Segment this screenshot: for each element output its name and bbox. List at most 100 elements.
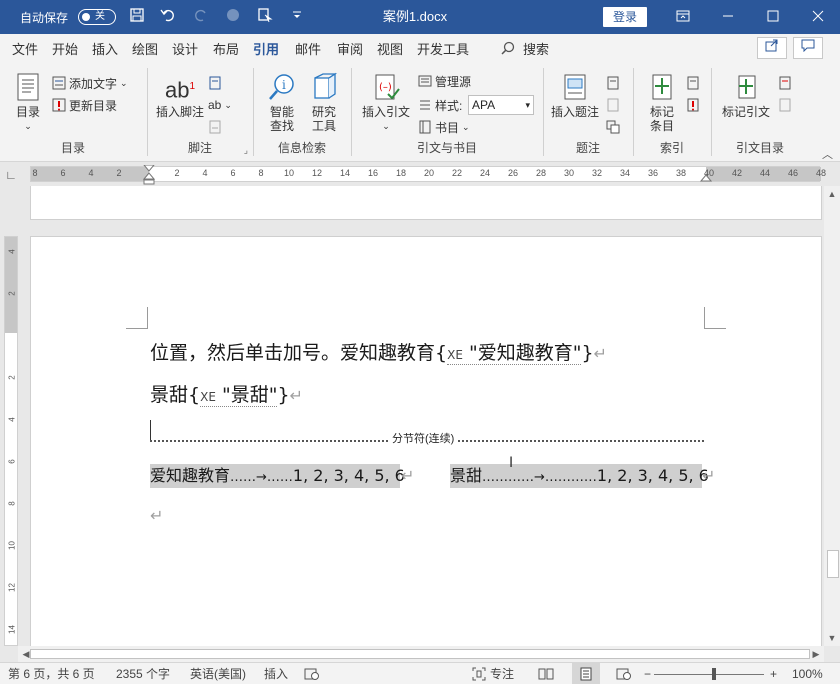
save-icon[interactable]	[128, 7, 146, 27]
document-line[interactable]: 景甜{XE "景甜"}↵	[150, 380, 303, 407]
group-label-citations: 引文与书目	[416, 141, 477, 155]
zoom-out-icon[interactable]: −	[644, 663, 651, 684]
next-footnote-button[interactable]: ab ⌄	[208, 96, 232, 114]
search-box[interactable]: 搜索	[501, 39, 559, 58]
tab-references[interactable]: 引用	[253, 39, 295, 64]
focus-icon	[472, 667, 486, 681]
tab-view[interactable]: 视图	[377, 39, 417, 58]
group-label-authorities: 引文目录	[735, 141, 784, 155]
vertical-ruler[interactable]: 4 2 2 4 6 8 10 12 14	[4, 236, 18, 646]
researcher-button[interactable]: 研究 工具	[304, 72, 344, 133]
add-text-button[interactable]: 添加文字 ⌄	[52, 74, 128, 92]
language[interactable]: 英语(美国)	[190, 663, 246, 684]
tab-selector-icon[interactable]: ∟	[2, 166, 20, 184]
indent-marker-icon[interactable]	[143, 165, 155, 185]
tab-mailings[interactable]: 邮件	[295, 39, 337, 58]
scroll-down-icon[interactable]: ▼	[824, 630, 840, 646]
ruler-tick: 8	[7, 501, 17, 506]
insert-endnote-icon[interactable]	[208, 74, 222, 92]
group-footnotes: ab1 插入脚注 ab ⌄ 脚注 ⌟	[148, 66, 252, 160]
toc-button[interactable]: 目录 ⌄	[10, 72, 46, 133]
ribbon-display-icon[interactable]	[660, 0, 705, 34]
autosave[interactable]: 自动保存 关	[20, 0, 117, 34]
ruler-tick: 24	[479, 168, 490, 178]
tab-layout[interactable]: 布局	[213, 39, 253, 58]
document-line[interactable]: 位置，然后单击加号。爱知趣教育{XE "爱知趣教育"}↵	[150, 338, 607, 365]
zoom-slider[interactable]	[654, 674, 764, 675]
word-count[interactable]: 2355 个字	[116, 663, 170, 684]
index-entry[interactable]: 爱知趣教育……→……1, 2, 3, 4, 5, 6	[150, 464, 405, 488]
tab-review[interactable]: 审阅	[337, 39, 377, 58]
update-table-figures-icon[interactable]	[606, 96, 620, 114]
bibliography-button[interactable]: 书目 ⌄	[418, 118, 470, 136]
ruler-tick: 32	[591, 168, 602, 178]
vertical-scroll-thumb[interactable]	[827, 550, 839, 578]
comments-button[interactable]	[793, 37, 823, 59]
tab-draw[interactable]: 绘图	[132, 39, 172, 58]
close-icon[interactable]	[795, 0, 840, 34]
paragraph-mark: ↵	[702, 468, 716, 485]
ruler-tick: 46	[787, 168, 798, 178]
show-notes-icon[interactable]	[208, 118, 222, 136]
update-authorities-icon[interactable]	[778, 96, 792, 114]
scroll-right-icon[interactable]: ▶	[808, 646, 824, 662]
zoom-in-icon[interactable]: +	[770, 663, 777, 684]
insert-caption-button[interactable]: 插入题注	[550, 72, 600, 119]
search-icon	[501, 41, 515, 55]
login-button[interactable]: 登录	[603, 7, 647, 27]
index-entry[interactable]: 景甜…………→…………1, 2, 3, 4, 5, 6	[450, 464, 709, 488]
ruler-tick: 10	[283, 168, 294, 178]
tab-insert[interactable]: 插入	[92, 39, 132, 58]
dialog-launcher-icon[interactable]: ⌟	[244, 145, 248, 156]
mark-entry-button[interactable]: 标记 条目	[642, 72, 682, 133]
insert-table-figures-icon[interactable]	[606, 74, 620, 92]
tab-design[interactable]: 设计	[172, 39, 213, 58]
insert-citation-button[interactable]: (–) 插入引文 ⌄	[360, 72, 412, 133]
document-title: 案例1.docx	[382, 9, 448, 24]
zoom-level[interactable]: 100%	[792, 663, 823, 684]
customize-qat-icon[interactable]	[288, 7, 306, 27]
insert-index-icon[interactable]	[686, 74, 700, 92]
read-mode-icon[interactable]	[538, 663, 554, 684]
quick-access-toolbar	[128, 0, 306, 34]
citation-style-select[interactable]: APA ▾	[468, 95, 534, 115]
horizontal-scrollbar[interactable]: ◀ ▶	[18, 646, 824, 662]
tab-home[interactable]: 开始	[52, 39, 92, 58]
undo-icon[interactable]	[160, 7, 178, 27]
manage-sources-button[interactable]: 管理源	[418, 72, 471, 90]
smart-lookup-button[interactable]: i 智能 查找	[262, 72, 302, 133]
tab-file[interactable]: 文件	[12, 39, 52, 58]
circle-icon[interactable]	[224, 7, 242, 27]
insert-mode[interactable]: 插入	[264, 663, 288, 684]
update-table-button[interactable]: 更新目录	[52, 96, 117, 114]
share-button[interactable]	[757, 37, 787, 59]
update-index-icon[interactable]	[686, 96, 700, 114]
maximize-icon[interactable]	[750, 0, 795, 34]
insert-authorities-icon[interactable]	[778, 74, 792, 92]
insert-footnote-button[interactable]: ab1 插入脚注	[154, 72, 206, 119]
zoom-slider-thumb[interactable]	[712, 668, 716, 680]
autosave-toggle[interactable]: 关	[78, 9, 117, 25]
print-layout-icon[interactable]	[572, 663, 600, 684]
tab-developer[interactable]: 开发工具	[417, 39, 501, 58]
cross-reference-icon[interactable]	[606, 118, 620, 136]
macro-record-icon[interactable]	[304, 663, 320, 684]
horizontal-ruler[interactable]: 8 6 4 2 2 4 6 8 10 12 14 16 18 20 22 24 26 28 30 32 34 36 38 40…	[30, 165, 826, 185]
scroll-up-icon[interactable]: ▲	[824, 186, 840, 202]
window-controls	[660, 0, 840, 34]
redo-icon[interactable]	[192, 7, 210, 27]
group-label-index: 索引	[659, 141, 684, 155]
mark-citation-button[interactable]: 标记引文	[718, 72, 774, 119]
ibeam-cursor-icon: Ⅰ	[509, 454, 514, 470]
touch-mode-icon[interactable]	[256, 7, 274, 27]
horizontal-scroll-thumb[interactable]	[30, 649, 810, 659]
collapse-ribbon-icon[interactable]: ︿	[822, 146, 833, 162]
ruler-tick: 34	[619, 168, 630, 178]
ruler-tick: 42	[731, 168, 742, 178]
vertical-scrollbar[interactable]: ▲ ▼	[824, 186, 840, 646]
web-layout-icon[interactable]	[616, 663, 632, 684]
footnote-icon: ab1	[164, 77, 196, 103]
page-count[interactable]: 第 6 页，共 6 页	[8, 663, 95, 684]
minimize-icon[interactable]	[705, 0, 750, 34]
focus-button[interactable]: 专注	[472, 663, 514, 684]
